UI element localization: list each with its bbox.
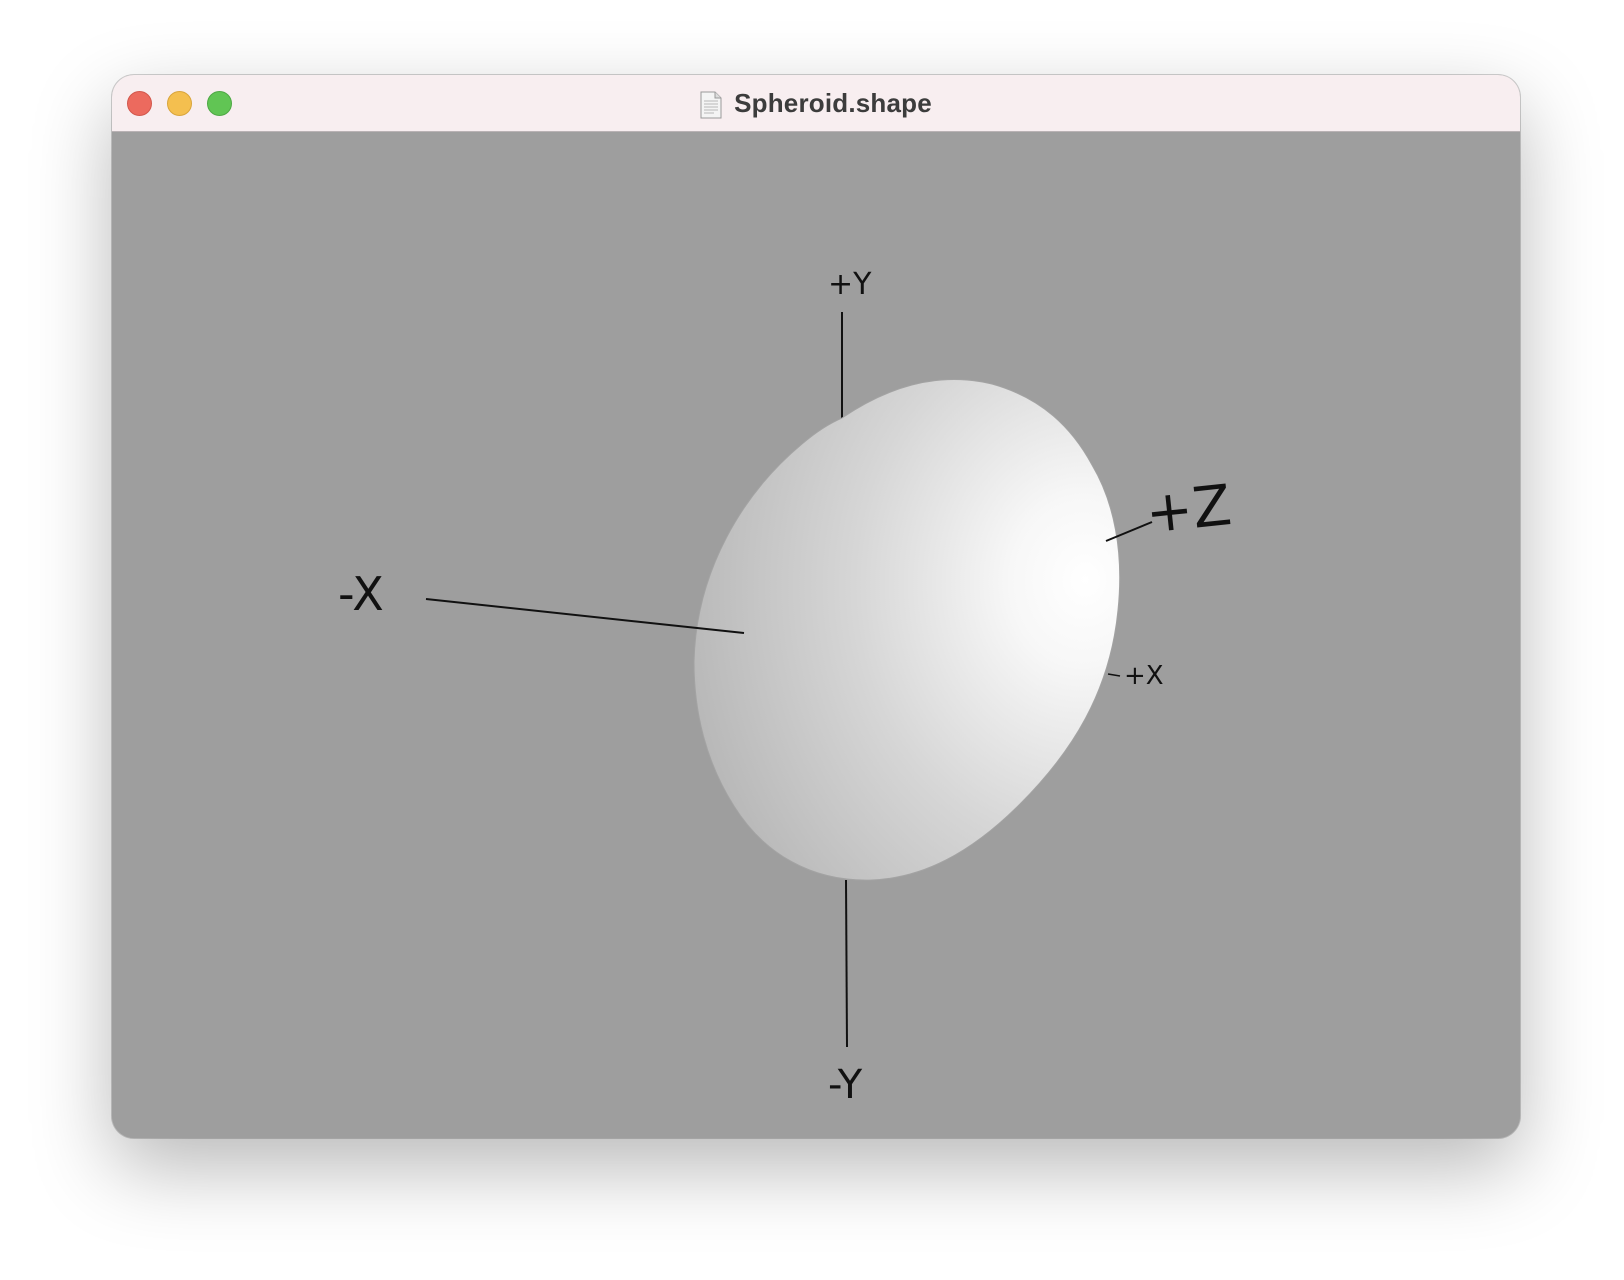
plus-x-label: +X bbox=[1124, 661, 1164, 691]
minus-x-axis-line bbox=[425, 598, 745, 634]
app-window: Spheroid.shape +Y -Y -X +X +Z bbox=[112, 75, 1520, 1138]
document-icon bbox=[700, 91, 722, 118]
3d-viewport[interactable]: +Y -Y -X +X +Z bbox=[112, 132, 1520, 1138]
minus-y-axis-line bbox=[845, 879, 848, 1048]
plus-x-axis-line bbox=[1107, 673, 1121, 677]
spheroid-shape[interactable] bbox=[693, 379, 1121, 881]
plus-y-label: +Y bbox=[828, 267, 872, 302]
plus-z-label: +Z bbox=[1143, 473, 1235, 547]
minus-x-label: -X bbox=[338, 567, 384, 621]
minus-y-label: -Y bbox=[828, 1062, 863, 1108]
title-group: Spheroid.shape bbox=[112, 75, 1520, 132]
window-title: Spheroid.shape bbox=[734, 88, 932, 118]
scene-canvas[interactable]: +Y -Y -X +X +Z bbox=[112, 132, 1520, 1138]
title-bar[interactable]: Spheroid.shape bbox=[112, 75, 1520, 132]
